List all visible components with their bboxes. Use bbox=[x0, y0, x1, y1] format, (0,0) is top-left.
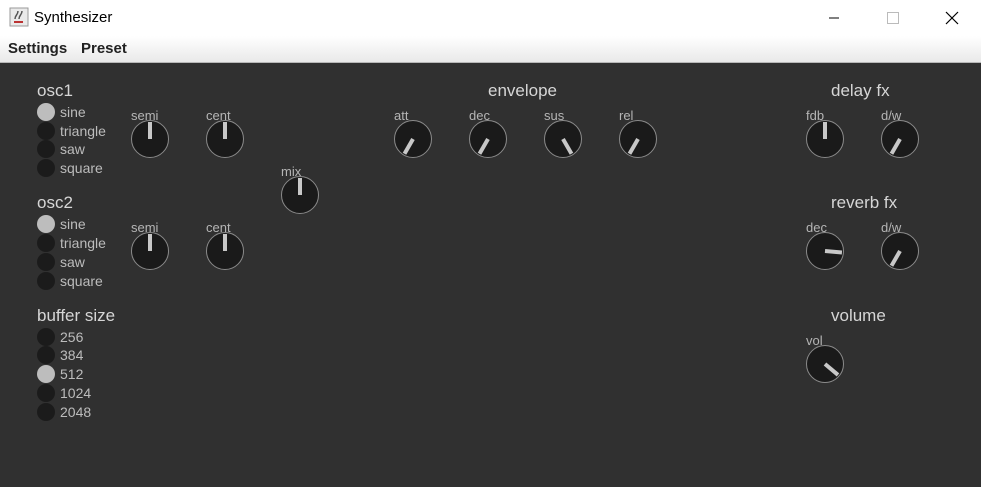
delay-dw-knob[interactable] bbox=[880, 119, 920, 159]
radio-dot[interactable] bbox=[37, 272, 55, 290]
volume-title: volume bbox=[831, 306, 886, 325]
menu-bar: Settings Preset bbox=[0, 36, 981, 63]
radio-dot[interactable] bbox=[37, 384, 55, 402]
knob-graphic bbox=[806, 120, 844, 158]
delay-fx-title: delay fx bbox=[831, 81, 890, 100]
envelope-sus-knob[interactable] bbox=[543, 119, 583, 159]
radio-label: sine bbox=[60, 216, 86, 232]
maximize-button[interactable] bbox=[870, 0, 916, 36]
radio-label: triangle bbox=[60, 235, 106, 251]
reverb-fx-title: reverb fx bbox=[831, 193, 898, 212]
envelope-title: envelope bbox=[488, 81, 558, 100]
radio-dot[interactable] bbox=[37, 365, 55, 383]
radio-dot[interactable] bbox=[37, 159, 55, 177]
knob-graphic bbox=[806, 232, 844, 270]
reverb-dw-knob[interactable] bbox=[880, 231, 920, 271]
synth-panel: osc1 sine triangle saw square semi cent … bbox=[0, 63, 981, 487]
delay-fdb-knob[interactable] bbox=[805, 119, 845, 159]
knob-pointer bbox=[824, 249, 843, 255]
radio-label: sine bbox=[60, 104, 86, 120]
radio-dot[interactable] bbox=[37, 103, 55, 121]
radio-dot[interactable] bbox=[37, 122, 55, 140]
knob-graphic bbox=[544, 120, 582, 158]
knob-graphic bbox=[206, 232, 244, 270]
radio-label: 2048 bbox=[60, 404, 92, 420]
radio-dot[interactable] bbox=[37, 140, 55, 158]
radio-dot[interactable] bbox=[37, 403, 55, 421]
radio-label: triangle bbox=[60, 123, 106, 139]
reverb-dec-knob[interactable] bbox=[805, 231, 845, 271]
knob-graphic bbox=[469, 120, 507, 158]
java-coffee-cup-icon bbox=[9, 7, 29, 27]
radio-label: saw bbox=[60, 141, 85, 157]
radio-label: 1024 bbox=[60, 385, 92, 401]
osc1-cent-knob[interactable] bbox=[205, 119, 245, 159]
radio-label: 384 bbox=[60, 347, 84, 363]
knob-graphic bbox=[131, 232, 169, 270]
osc2-cent-knob[interactable] bbox=[205, 231, 245, 271]
knob-graphic bbox=[131, 120, 169, 158]
menu-settings[interactable]: Settings bbox=[8, 40, 67, 57]
osc2-title: osc2 bbox=[37, 193, 73, 212]
knob-graphic bbox=[881, 232, 919, 270]
volume-vol-knob[interactable] bbox=[805, 344, 845, 384]
knob-graphic bbox=[206, 120, 244, 158]
envelope-rel-knob[interactable] bbox=[618, 119, 658, 159]
radio-dot[interactable] bbox=[37, 328, 55, 346]
buffer-size-title: buffer size bbox=[37, 306, 116, 325]
knob-graphic bbox=[619, 120, 657, 158]
minimize-button[interactable] bbox=[811, 0, 857, 36]
knob-graphic bbox=[281, 176, 319, 214]
radio-dot[interactable] bbox=[37, 253, 55, 271]
menu-preset[interactable]: Preset bbox=[81, 40, 127, 57]
radio-dot[interactable] bbox=[37, 215, 55, 233]
envelope-att-knob[interactable] bbox=[393, 119, 433, 159]
osc1-semi-knob[interactable] bbox=[130, 119, 170, 159]
window-title: Synthesizer bbox=[34, 9, 113, 26]
radio-dot[interactable] bbox=[37, 234, 55, 252]
mix-knob[interactable] bbox=[280, 175, 320, 215]
knob-graphic bbox=[806, 345, 844, 383]
osc1-title: osc1 bbox=[37, 81, 73, 100]
radio-label: 256 bbox=[60, 329, 84, 345]
close-button[interactable] bbox=[929, 0, 975, 36]
radio-label: saw bbox=[60, 254, 85, 270]
knob-graphic bbox=[394, 120, 432, 158]
radio-dot[interactable] bbox=[37, 346, 55, 364]
osc2-semi-knob[interactable] bbox=[130, 231, 170, 271]
knob-graphic bbox=[881, 120, 919, 158]
window-titlebar: Synthesizer bbox=[0, 0, 981, 36]
radio-label: square bbox=[60, 160, 103, 176]
envelope-dec-knob[interactable] bbox=[468, 119, 508, 159]
radio-label: square bbox=[60, 273, 103, 289]
radio-label: 512 bbox=[60, 366, 84, 382]
